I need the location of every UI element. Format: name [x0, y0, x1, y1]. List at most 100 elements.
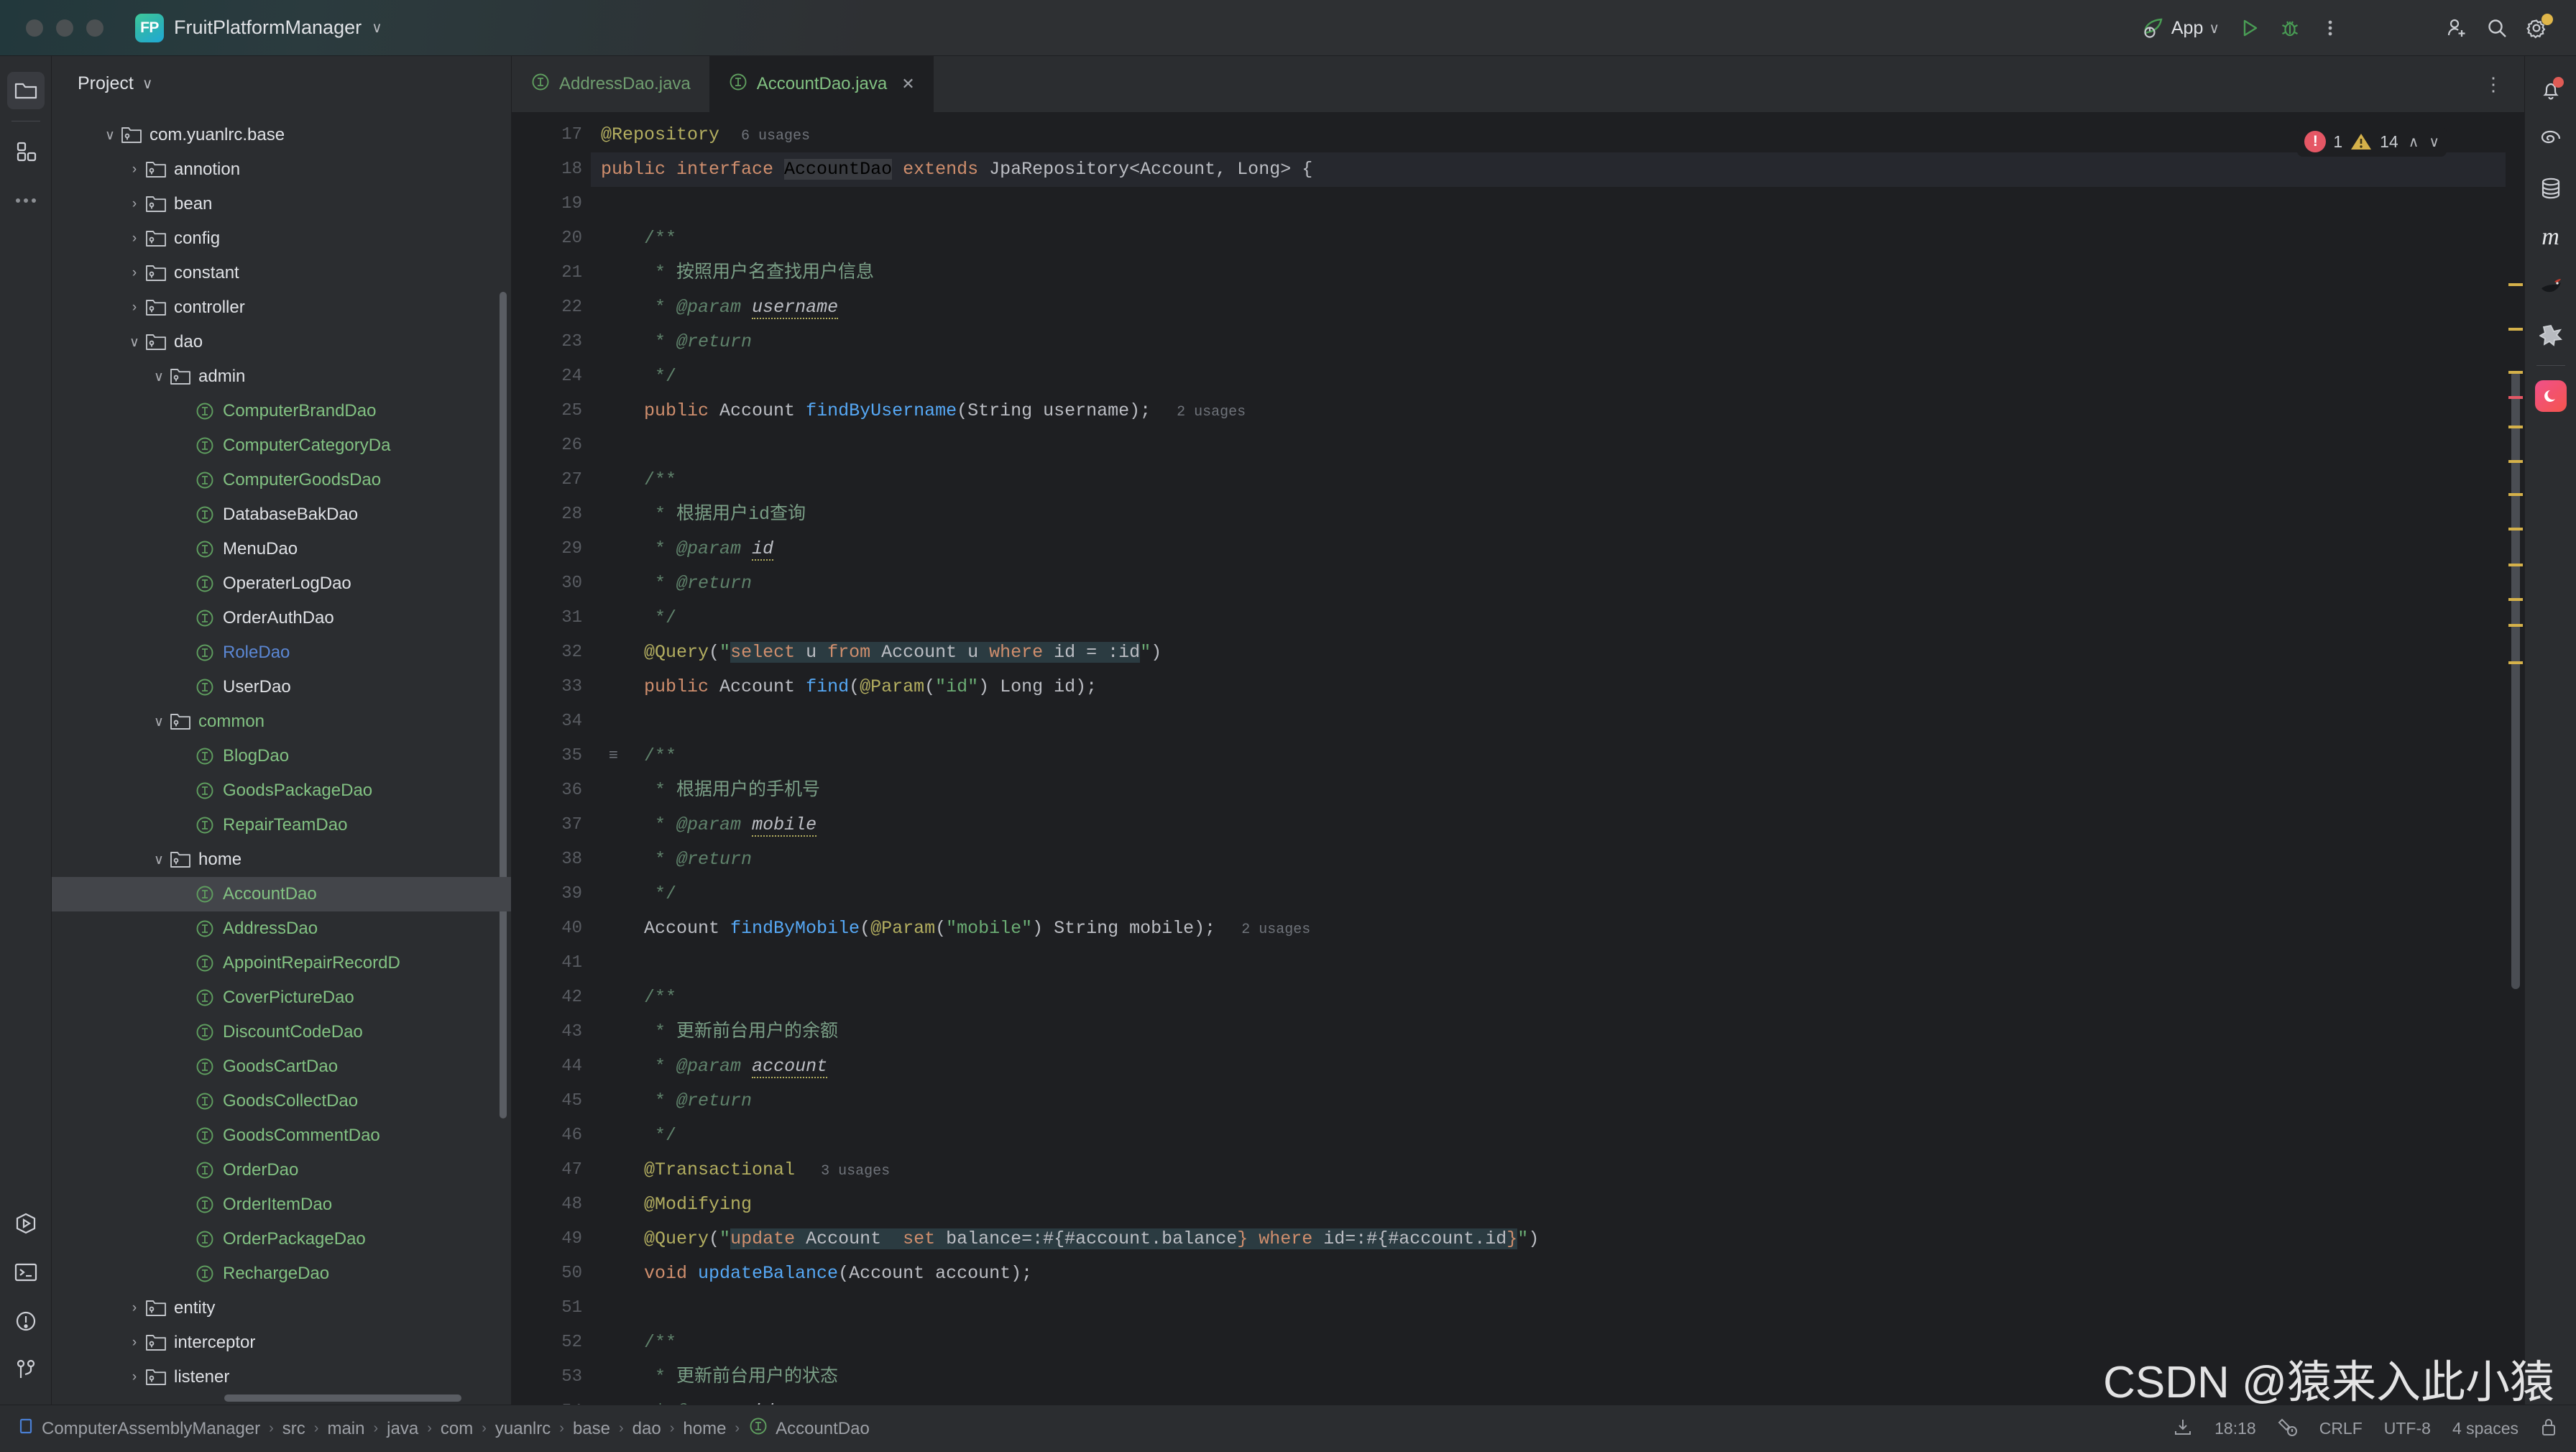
gutter-line-number[interactable]: 32 [512, 635, 591, 670]
code-line[interactable]: void updateBalance(Account account); [591, 1256, 2524, 1291]
tree-item-rechargedao[interactable]: RechargeDao [52, 1256, 511, 1291]
run-tool-icon[interactable] [7, 1205, 45, 1242]
tree-item-orderauthdao[interactable]: OrderAuthDao [52, 601, 511, 635]
gutter-line-number[interactable]: 52 [512, 1325, 591, 1360]
tree-item-goodspackagedao[interactable]: GoodsPackageDao [52, 773, 511, 808]
gutter-line-number[interactable]: 48 [512, 1187, 591, 1222]
breadcrumb-item-yuanlrc[interactable]: yuanlrc [495, 1419, 551, 1439]
line-separator-label[interactable]: CRLF [2319, 1419, 2363, 1438]
notifications-icon[interactable] [2532, 72, 2570, 109]
chevron-right-icon[interactable]: › [125, 162, 144, 178]
code-line[interactable] [591, 1291, 2524, 1325]
editor-scrollbar-thumb[interactable] [2511, 371, 2520, 989]
breadcrumb-item-computerassemblymanager[interactable]: ComputerAssemblyManager [19, 1417, 260, 1440]
tree-item-bean[interactable]: › bean [52, 187, 511, 221]
tree-item-controller[interactable]: › controller [52, 290, 511, 325]
bean-validation-icon[interactable] [2532, 316, 2570, 354]
more-tools-icon[interactable] [7, 182, 45, 219]
gutter-line-number[interactable]: 51 [512, 1291, 591, 1325]
tab-overflow-button[interactable]: ⋮ [2484, 56, 2503, 112]
chevron-right-icon[interactable]: › [125, 1369, 144, 1385]
tree-item-blogdao[interactable]: BlogDao [52, 739, 511, 773]
read-only-lock-icon[interactable] [2540, 1417, 2557, 1441]
gutter-line-number[interactable]: 37 [512, 808, 591, 842]
code-line[interactable]: public interface AccountDao extends JpaR… [591, 152, 2524, 187]
tree-item-operaterlogdao[interactable]: OperaterLogDao [52, 566, 511, 601]
code-line[interactable]: /** [591, 1325, 2524, 1360]
encoding-label[interactable]: UTF-8 [2384, 1419, 2431, 1438]
gutter-line-number[interactable]: 30 [512, 566, 591, 601]
warning-marker[interactable] [2508, 460, 2523, 463]
code-line[interactable] [591, 428, 2524, 463]
code-line[interactable]: @Query("select u from Account u where id… [591, 635, 2524, 670]
chevron-down-icon[interactable]: ∨ [125, 334, 144, 351]
tree-item-databasebakdao[interactable]: DatabaseBakDao [52, 497, 511, 532]
run-button[interactable] [2230, 8, 2270, 48]
window-controls[interactable] [26, 19, 104, 37]
chevron-down-icon[interactable]: ∨ [142, 75, 153, 93]
code-line[interactable]: * @return [591, 842, 2524, 877]
gutter-line-number[interactable]: 50 [512, 1256, 591, 1291]
code-line[interactable] [591, 946, 2524, 980]
search-icon[interactable] [2477, 8, 2517, 48]
code-line[interactable]: * 按照用户名查找用户信息 [591, 256, 2524, 290]
tree-item-orderpackagedao[interactable]: OrderPackageDao [52, 1222, 511, 1256]
tree-item-home[interactable]: ∨ home [52, 842, 511, 877]
code-line[interactable]: * @param id [591, 532, 2524, 566]
gutter-line-number[interactable]: 49 [512, 1222, 591, 1256]
tree-item-config[interactable]: › config [52, 221, 511, 256]
code-line[interactable]: * @param username [591, 290, 2524, 325]
debug-button[interactable] [2270, 8, 2310, 48]
code-line[interactable]: * @param id [591, 1394, 2524, 1405]
editor-gutter[interactable]: 17 18 19 20 21 22 23 24 25 26 27 28 29 30 31 32 33 34 35 ≡ 3… [512, 112, 620, 1452]
project-tool-icon[interactable] [6, 72, 45, 109]
gutter-line-number[interactable]: 39 [512, 877, 591, 911]
gutter-line-number[interactable]: 24 [512, 359, 591, 394]
gear-icon[interactable] [2517, 8, 2557, 48]
code-line[interactable]: * @param account [591, 1049, 2524, 1084]
warning-marker[interactable] [2508, 528, 2523, 530]
code-line[interactable]: public Account find(@Param("id") Long id… [591, 670, 2524, 704]
inspection-widget[interactable]: ! 1 14 ∧ ∨ [2297, 127, 2447, 157]
tree-item-interceptor[interactable]: › interceptor [52, 1325, 511, 1360]
tree-item-discountcodedao[interactable]: DiscountCodeDao [52, 1015, 511, 1049]
tree-item-goodscommentdao[interactable]: GoodsCommentDao [52, 1118, 511, 1153]
gutter-line-number[interactable]: 28 [512, 497, 591, 532]
gutter-line-number[interactable]: 34 [512, 704, 591, 739]
warning-marker[interactable] [2508, 661, 2523, 664]
gutter-line-number[interactable]: 44 [512, 1049, 591, 1084]
gutter-line-number[interactable]: 33 [512, 670, 591, 704]
tree-item-computerbranddao[interactable]: ComputerBrandDao [52, 394, 511, 428]
warning-marker[interactable] [2508, 426, 2523, 428]
spring-icon[interactable] [2532, 121, 2570, 158]
minimize-window-button[interactable] [56, 19, 73, 37]
structure-tool-icon[interactable] [7, 133, 45, 170]
breadcrumb-item-java[interactable]: java [387, 1419, 418, 1439]
mybatis-icon[interactable] [2532, 267, 2570, 305]
indent-label[interactable]: 4 spaces [2452, 1419, 2518, 1438]
ai-assistant-icon[interactable] [2532, 377, 2570, 415]
problems-tool-icon[interactable] [7, 1302, 45, 1340]
tree-item-goodscartdao[interactable]: GoodsCartDao [52, 1049, 511, 1084]
chevron-down-icon[interactable]: ∨ [372, 19, 382, 37]
database-icon[interactable] [2532, 170, 2570, 207]
code-line[interactable]: */ [591, 601, 2524, 635]
tree-item-common[interactable]: ∨ common [52, 704, 511, 739]
code-line[interactable]: /** [591, 980, 2524, 1015]
gutter-line-number[interactable]: 17 [512, 118, 591, 152]
project-panel-header[interactable]: Project ∨ [52, 56, 511, 112]
warning-marker[interactable] [2508, 564, 2523, 566]
chevron-right-icon[interactable]: › [125, 196, 144, 212]
chevron-right-icon[interactable]: › [125, 231, 144, 247]
tree-item-entity[interactable]: › entity [52, 1291, 511, 1325]
chevron-down-icon[interactable]: ∨ [2209, 19, 2220, 37]
code-line[interactable]: * @return [591, 1084, 2524, 1118]
editor-tab-accountdao-java[interactable]: AccountDao.java ✕ [709, 56, 934, 112]
tree-item-orderdao[interactable]: OrderDao [52, 1153, 511, 1187]
code-line[interactable]: * 更新前台用户的状态 [591, 1360, 2524, 1394]
tree-item-addressdao[interactable]: AddressDao [52, 911, 511, 946]
warning-marker[interactable] [2508, 624, 2523, 627]
tree-item-annotion[interactable]: › annotion [52, 152, 511, 187]
gutter-line-number[interactable]: 26 [512, 428, 591, 463]
code-line[interactable]: Account findByMobile(@Param("mobile") St… [591, 911, 2524, 946]
